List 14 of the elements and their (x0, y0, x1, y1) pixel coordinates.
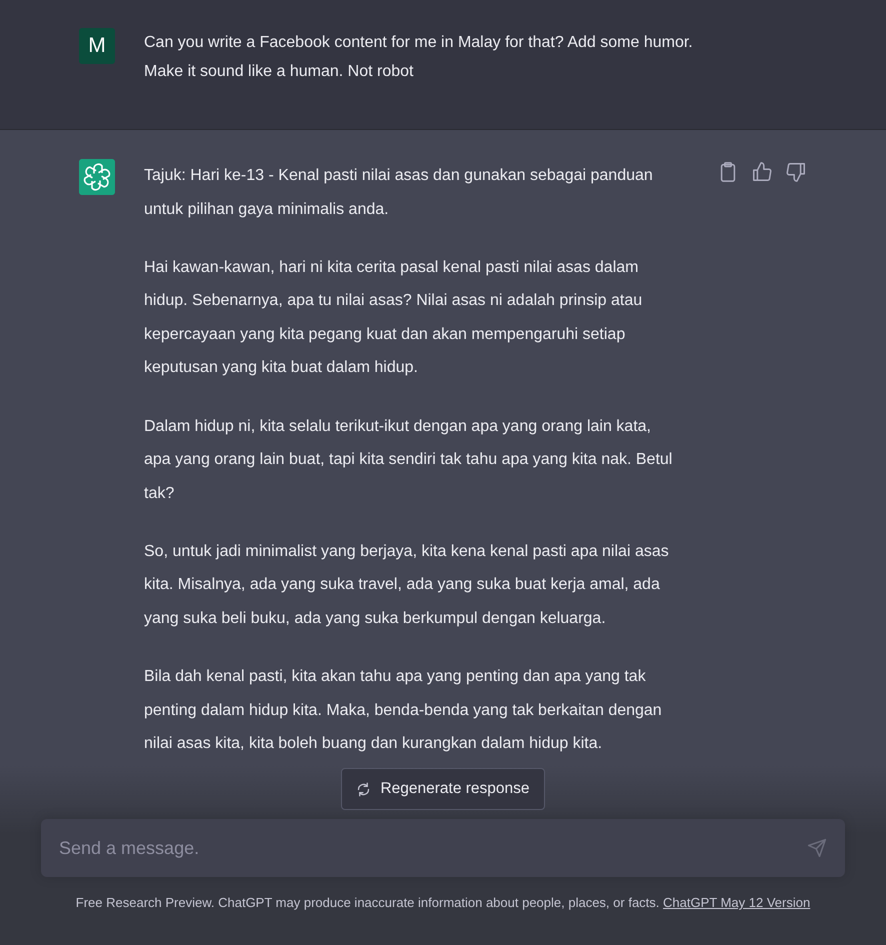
assistant-paragraph: Hai kawan-kawan, hari ni kita cerita pasal kenal pasti nilai asas dalam hidup. Sebenarnya, apa tu nilai asas? Nilai asas ni adalah prinsip atau kepercayaan yang kita pegang kuat dan akan mempengaruhi setiap keputusan yang kita buat dalam hidup. (144, 258, 644, 378)
assistant-paragraph: So, untuk jadi minimalist yang berjaya, kita kena kenal pasti apa nilai asas kita. Misalnya, ada yang suka travel, ada yang suka buat kerja amal, ada yang suka beli buku, ada yang suka berkumpul dengan keluarga. (144, 542, 670, 630)
regenerate-button[interactable]: Regenerate response (341, 768, 545, 810)
thumbs-down-icon[interactable] (785, 161, 807, 183)
user-avatar: M (79, 28, 115, 64)
assistant-paragraph: Tajuk: Hari ke-13 - Kenal pasti nilai asas dan gunakan sebagai panduan untuk pilihan gaya minimalis anda. (144, 166, 654, 220)
thumbs-up-icon[interactable] (751, 161, 773, 183)
disclaimer-text: Free Research Preview. ChatGPT may produce inaccurate information about people, places, or facts. (76, 895, 660, 910)
user-message: Can you write a Facebook content for me in Malay for that? Add some humor. Make it sound like a human. Not robot (144, 33, 694, 82)
refresh-icon (356, 782, 372, 796)
assistant-paragraph: Bila dah kenal pasti, kita akan tahu apa yang penting dan apa yang tak penting dalam hidup kita. Maka, benda-benda yang tak berkaitan dengan nilai asas kita, kita boleh buang dan kurangkan dalam hidup kita. (144, 667, 663, 754)
assistant-paragraph: Dalam hidup ni, kita selalu terikut-ikut dengan apa yang orang lain kata, apa yang orang lain buat, tapi kita sendiri tak tahu apa yang kita nak. Betul tak? (144, 416, 674, 504)
version-link[interactable]: ChatGPT May 12 Version (663, 895, 810, 910)
assistant-logo-icon (79, 159, 115, 195)
